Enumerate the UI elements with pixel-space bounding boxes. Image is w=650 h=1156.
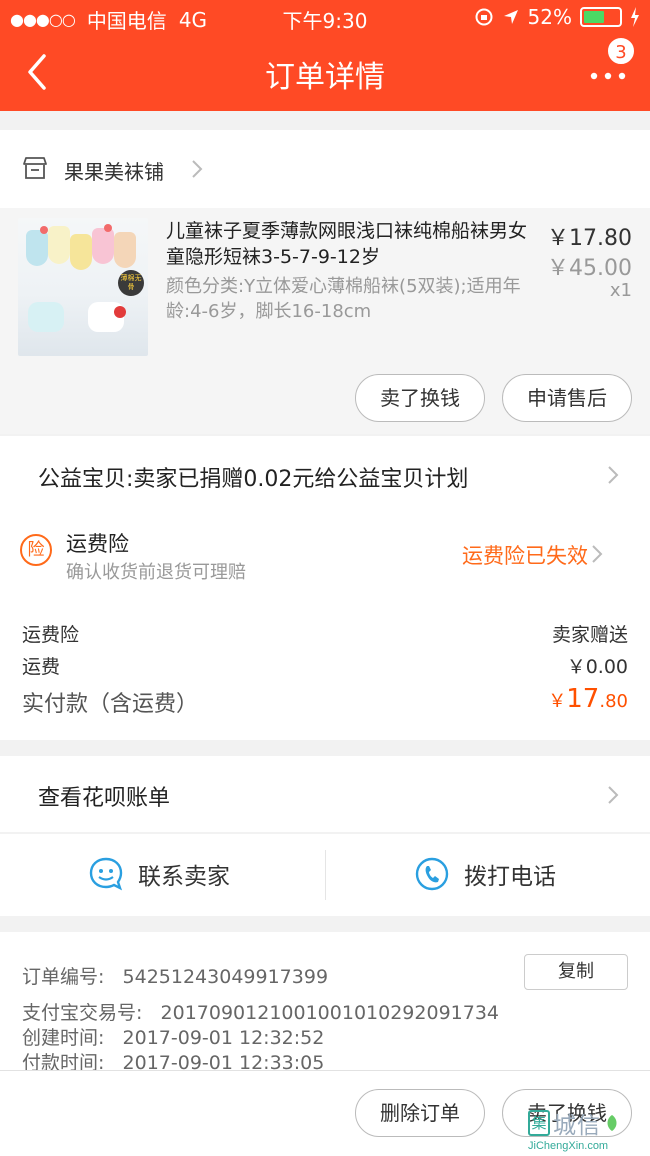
paid-dec: .80 [599,691,628,712]
product-thumbnail[interactable]: 薄棉无骨 [18,218,148,356]
order-number-row: 订单编号: 54251243049917399 [22,962,328,989]
copy-button[interactable]: 复制 [524,954,628,990]
contact-seller-button[interactable]: 联系卖家 [88,856,230,892]
battery-percent: 52% [527,5,572,29]
call-phone-button[interactable]: 拨打电话 [414,856,556,892]
status-right: 52% [474,5,640,29]
chevron-right-icon [592,545,603,563]
created-time-value: 2017-09-01 12:32:52 [122,1027,325,1049]
chat-face-icon [89,857,123,891]
alipay-number-row: 支付宝交易号: 2017090121001001010292091734 [22,998,499,1025]
insurance-subtitle: 确认收货前退货可理赔 [66,562,246,583]
paid-amount: ￥17.80 [548,684,628,714]
fee-label: 运费险 [22,624,80,646]
watermark-url: JiChengXin.com [528,1140,609,1152]
status-bar: ●●●○○ 中国电信 4G 下午9:30 52% [0,0,650,36]
charging-icon [631,7,639,27]
created-time-label: 创建时间: [22,1027,105,1049]
nav-bar: 订单详情 3 [0,36,650,111]
alipay-number-label: 支付宝交易号: [22,1002,143,1024]
contact-seller-label: 联系卖家 [138,864,230,890]
created-time-row: 创建时间: 2017-09-01 12:32:52 [22,1023,324,1050]
fees-section: 运费险 卖家赠送 运费 ￥0.00 实付款（含运费） ￥17.80 [0,594,650,740]
thumb-tag: 薄棉无骨 [118,270,144,296]
fee-value: 卖家赠送 [551,624,628,646]
message-badge: 3 [606,36,636,66]
product-price: ￥17.80 [547,226,632,251]
divider [325,850,326,900]
fee-row-paid: 实付款（含运费） ￥17.80 [22,684,628,718]
watermark-mark: 集 [528,1110,550,1136]
after-sale-button[interactable]: 申请售后 [502,374,632,422]
product-title[interactable]: 儿童袜子夏季薄款网眼浅口袜纯棉船袜男女童隐形短袜3-5-7-9-12岁 [166,218,536,270]
battery-icon [580,7,622,27]
product-spec: 颜色分类:Y立体爱心薄棉船袜(5双装);适用年龄:4-6岁，脚长16-18cm [166,276,521,322]
alipay-number-value: 2017090121001001010292091734 [160,1002,500,1024]
order-info: 订单编号: 54251243049917399 复制 支付宝交易号: 20170… [0,932,650,1074]
huabei-text: 查看花呗账单 [38,786,171,811]
insurance-title: 运费险 [66,532,129,556]
watermark-logo: 集 城信 JiChengXin.com [528,1106,646,1156]
phone-icon [415,857,449,891]
fee-row-shipping: 运费 ￥0.00 [22,652,628,679]
fee-value: ￥0.00 [566,656,628,678]
leaf-icon [607,1115,617,1131]
paid-label: 实付款（含运费） [22,692,199,717]
product-item[interactable]: 薄棉无骨 儿童袜子夏季薄款网眼浅口袜纯棉船袜男女童隐形短袜3-5-7-9-12岁… [0,208,650,434]
store-icon [23,157,47,179]
call-phone-label: 拨打电话 [464,864,556,890]
shipping-insurance-row[interactable]: 险 运费险 确认收货前退货可理赔 运费险已失效 [0,514,650,594]
location-icon [503,10,518,24]
page-title: 订单详情 [265,60,385,95]
shop-row[interactable]: 果果美袜铺 [0,130,650,208]
chevron-right-icon [608,466,619,484]
paid-currency: ￥ [548,691,567,712]
order-number-value: 54251243049917399 [122,966,329,988]
charity-row[interactable]: 公益宝贝:卖家已捐赠0.02元给公益宝贝计划 [0,436,650,514]
order-number-label: 订单编号: [22,966,105,988]
paid-int: 17 [566,684,600,714]
contact-section: 联系卖家 拨打电话 [0,834,650,916]
delete-order-button[interactable]: 删除订单 [355,1089,485,1137]
chevron-right-icon [608,786,619,804]
product-original-price: ￥45.00 [547,256,632,281]
sell-button[interactable]: 卖了换钱 [355,374,485,422]
insurance-icon: 险 [20,534,52,566]
fee-row-insurance: 运费险 卖家赠送 [22,620,628,647]
insurance-status: 运费险已失效 [462,544,588,568]
product-quantity: x1 [609,280,632,301]
chevron-right-icon [192,160,203,178]
watermark-text: 城信 [553,1113,601,1139]
watermark-row: 集 城信 [528,1106,646,1140]
fee-label: 运费 [22,656,61,678]
huabei-row[interactable]: 查看花呗账单 [0,756,650,832]
rotation-lock-icon [475,8,493,26]
shop-name[interactable]: 果果美袜铺 [64,156,164,185]
charity-text: 公益宝贝:卖家已捐赠0.02元给公益宝贝计划 [38,467,469,492]
